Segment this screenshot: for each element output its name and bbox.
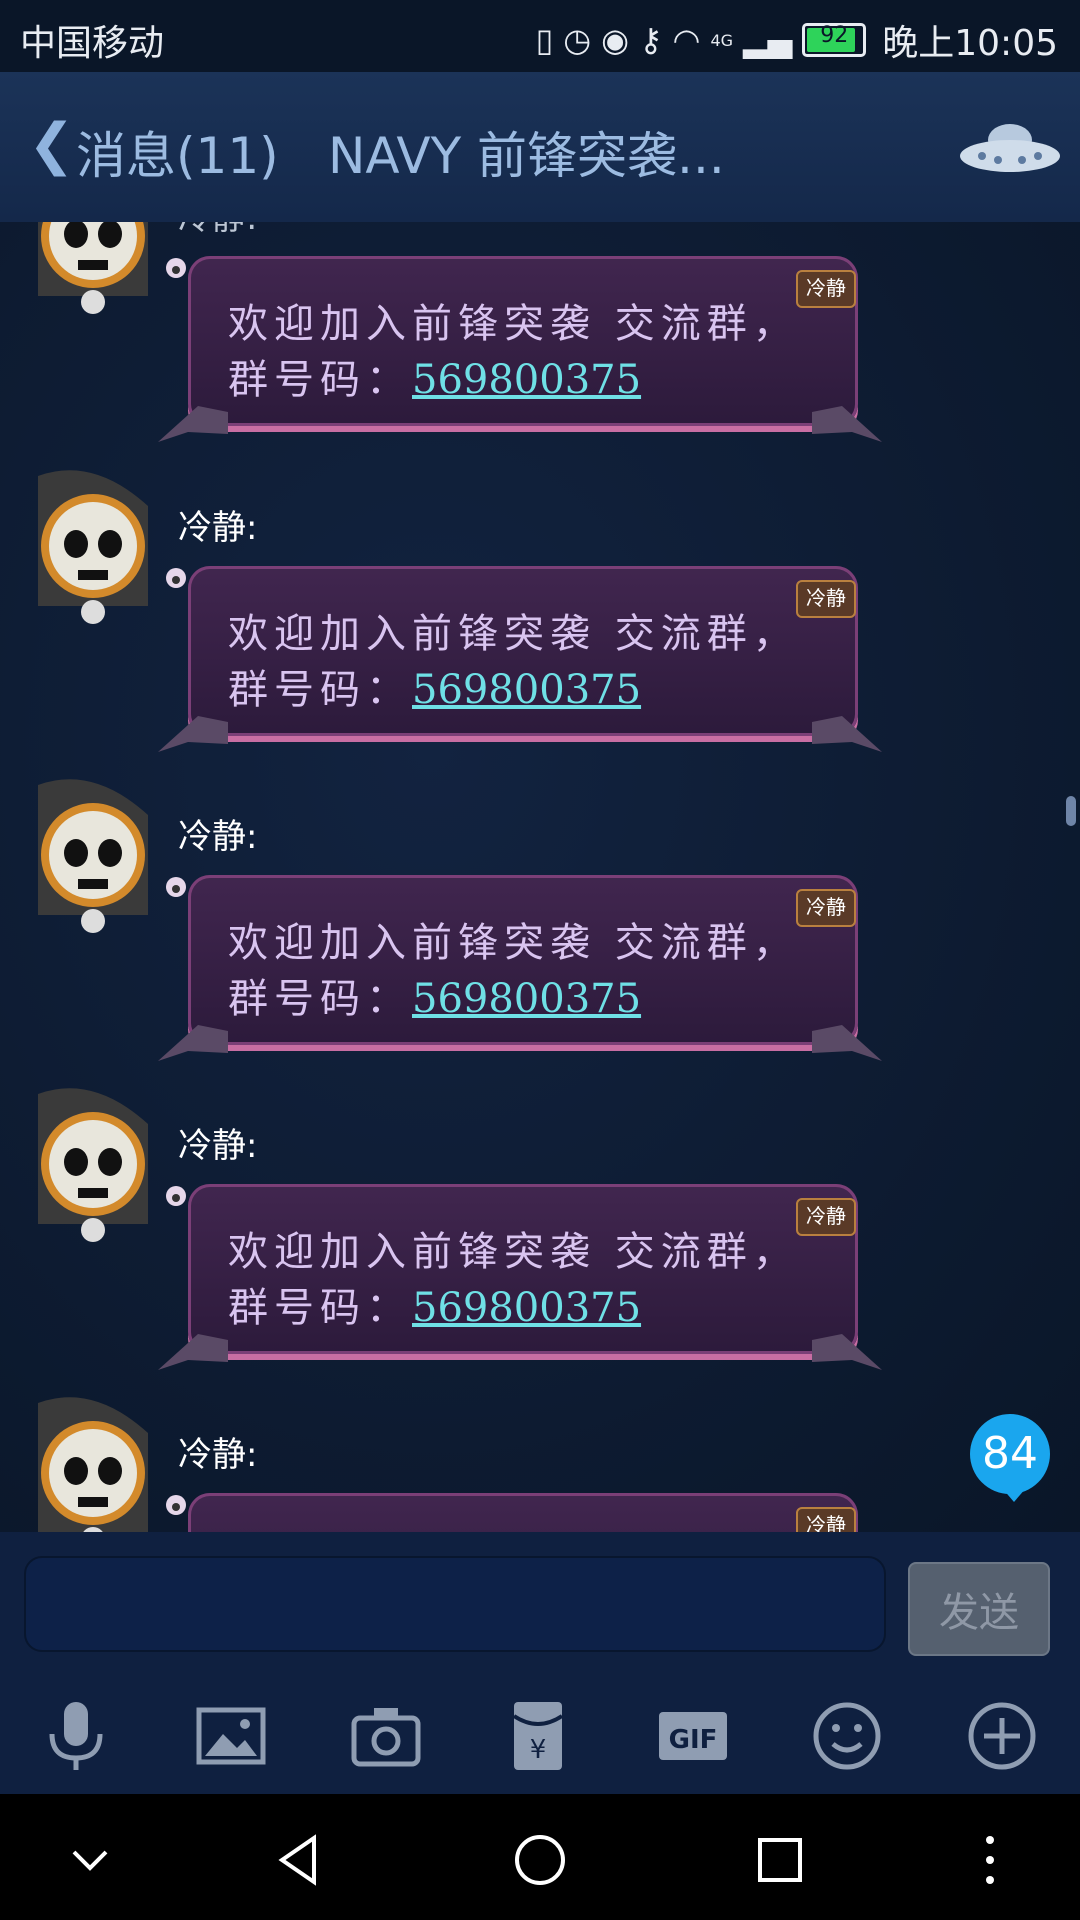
bat-wing-right-icon	[812, 1025, 882, 1061]
bat-wing-left-icon	[158, 1025, 228, 1061]
group-number-link[interactable]: 569800375	[412, 357, 641, 403]
message-input[interactable]	[24, 1556, 886, 1652]
sender-tag: 冷静	[796, 1507, 856, 1532]
svg-text:GIF: GIF	[669, 1725, 718, 1755]
recents-square-icon[interactable]	[750, 1830, 810, 1890]
gif-icon[interactable]: GIF	[655, 1698, 731, 1774]
carrier-label: 中国移动	[20, 23, 165, 64]
battery-level: 92	[820, 23, 849, 48]
bat-wing-right-icon	[812, 1334, 882, 1370]
emoji-icon[interactable]	[809, 1698, 885, 1774]
bat-wing-left-icon	[158, 1334, 228, 1370]
message-item: 冷静: 冷静	[0, 1393, 1080, 1532]
avatar[interactable]	[18, 1393, 168, 1532]
back-button[interactable]: 消息(11)	[76, 116, 279, 188]
input-bar: 发送	[0, 1532, 1080, 1672]
message-item: 冷静: 冷静 欢迎加入前锋突袭 交流群，群号码：569800375	[0, 466, 1080, 776]
message-bubble[interactable]	[188, 1493, 858, 1532]
plus-icon[interactable]	[964, 1698, 1040, 1774]
group-number-link[interactable]: 569800375	[412, 667, 641, 713]
home-circle-icon[interactable]	[510, 1830, 570, 1890]
message-list[interactable]: 冷静: 冷静 欢迎加入前锋突袭 交流群，群号码：569800375 冷静: 冷静…	[0, 222, 1080, 1532]
avatar[interactable]	[18, 222, 168, 316]
signal-icon: ▂▄	[743, 21, 793, 59]
svg-text:¥: ¥	[530, 1735, 547, 1765]
message-text: 欢迎加入前锋突袭 交流群，群号码：569800375	[228, 296, 828, 408]
back-triangle-icon[interactable]	[270, 1830, 330, 1890]
battery-icon: 92	[802, 23, 867, 57]
back-chevron-icon[interactable]: ❮	[28, 112, 75, 177]
message-item: 冷静: 冷静 欢迎加入前锋突袭 交流群，群号码：569800375	[0, 222, 1080, 466]
sender-name: 冷静:	[178, 508, 258, 548]
message-item: 冷静: 冷静 欢迎加入前锋突袭 交流群，群号码：569800375	[0, 1084, 1080, 1394]
ufo-icon[interactable]	[958, 114, 1062, 184]
send-button[interactable]: 发送	[908, 1562, 1050, 1656]
sender-name: 冷静:	[178, 1435, 258, 1475]
status-icons: ▯ ◷ ◉ ⚷ ◠ 4G ▂▄ 92 晚上10:05	[536, 14, 1058, 66]
bat-wing-left-icon	[158, 716, 228, 752]
chat-header: ❮ 消息(11) NAVY 前锋突袭...	[0, 72, 1080, 223]
unread-count-badge[interactable]: 84	[970, 1414, 1050, 1494]
chat-title: NAVY 前锋突袭...	[328, 127, 725, 185]
bat-wing-right-icon	[812, 406, 882, 442]
alarm-icon: ◷	[563, 21, 592, 59]
eye-icon: ◉	[601, 21, 630, 59]
avatar[interactable]	[18, 1084, 168, 1244]
status-bar: 中国移动 ▯ ◷ ◉ ⚷ ◠ 4G ▂▄ 92 晚上10:05	[0, 0, 1080, 72]
group-number-link[interactable]: 569800375	[412, 1285, 641, 1331]
camera-icon[interactable]	[348, 1698, 424, 1774]
message-text: 欢迎加入前锋突袭 交流群，群号码：569800375	[228, 915, 828, 1027]
more-vertical-icon[interactable]	[960, 1830, 1020, 1890]
network-type: 4G	[710, 30, 734, 50]
system-navigation-bar	[0, 1794, 1080, 1920]
chevron-down-icon[interactable]	[60, 1830, 120, 1890]
scrollbar-thumb[interactable]	[1066, 796, 1076, 826]
bat-wing-left-icon	[158, 406, 228, 442]
bat-wing-right-icon	[812, 716, 882, 752]
microphone-icon[interactable]	[38, 1698, 114, 1774]
clock: 晚上10:05	[882, 23, 1058, 64]
red-packet-icon[interactable]: ¥	[500, 1698, 576, 1774]
message-text: 欢迎加入前锋突袭 交流群，群号码：569800375	[228, 1224, 828, 1336]
message-item: 冷静: 冷静 欢迎加入前锋突袭 交流群，群号码：569800375	[0, 775, 1080, 1085]
input-toolbar: ¥ GIF	[0, 1672, 1080, 1794]
sender-name: 冷静:	[178, 817, 258, 857]
image-icon[interactable]	[193, 1698, 269, 1774]
group-number-link[interactable]: 569800375	[412, 976, 641, 1022]
avatar[interactable]	[18, 775, 168, 935]
vibrate-icon: ▯	[535, 21, 554, 59]
key-icon: ⚷	[639, 21, 663, 59]
wifi-icon: ◠	[672, 21, 701, 59]
sender-name: 冷静:	[178, 222, 257, 239]
message-text: 欢迎加入前锋突袭 交流群，群号码：569800375	[228, 606, 828, 718]
sender-name: 冷静:	[178, 1126, 258, 1166]
avatar[interactable]	[18, 466, 168, 626]
badge-pointer	[1002, 1488, 1026, 1502]
